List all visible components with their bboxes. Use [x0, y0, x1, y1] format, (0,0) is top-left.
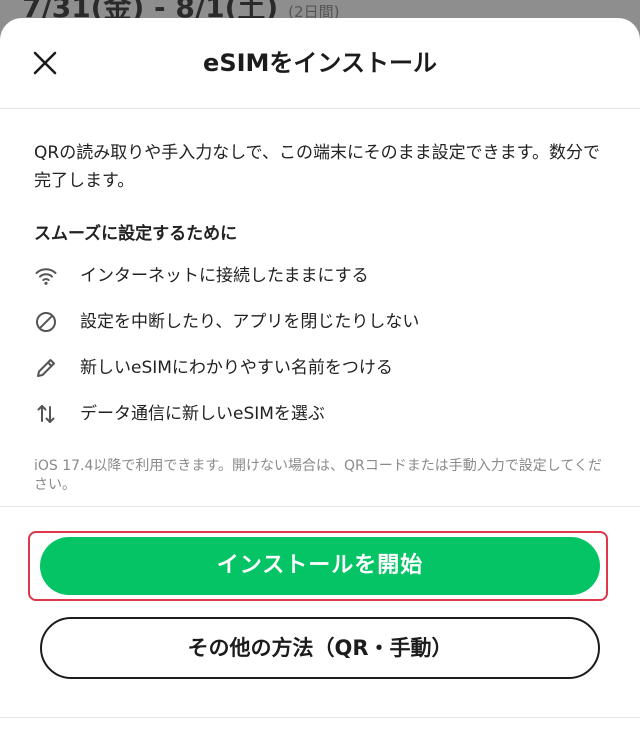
compatibility-note: iOS 17.4以降で利用できます。開けない場合は、QRコードまたは手動入力で設… [34, 458, 602, 493]
prohibited-icon [34, 310, 58, 334]
tips-list: インターネットに接続したままにする 設定を中断したり、アプリを閉じたりしない 新… [34, 253, 606, 437]
footer-divider [0, 717, 640, 718]
list-item: 設定を中断したり、アプリを閉じたりしない [34, 299, 606, 345]
intro-text: QRの読み取りや手入力なしで、この端末にそのまま設定できます。数分で完了します。 [34, 143, 600, 191]
tips-section-title: スムーズに設定するために [34, 224, 238, 244]
install-esim-sheet: eSIMをインストール QRの読み取りや手入力なしで、この端末にそのまま設定でき… [0, 18, 640, 734]
tip-label: 新しいeSIMにわかりやすい名前をつける [80, 358, 393, 378]
sheet-content: QRの読み取りや手入力なしで、この端末にそのまま設定できます。数分で完了します。… [0, 139, 640, 495]
pencil-icon [34, 356, 58, 380]
wifi-icon [34, 264, 58, 288]
tip-label: 設定を中断したり、アプリを閉じたりしない [80, 312, 420, 332]
start-install-button[interactable]: インストールを開始 [40, 537, 600, 595]
list-item: インターネットに接続したままにする [34, 253, 606, 299]
list-item: 新しいeSIMにわかりやすい名前をつける [34, 345, 606, 391]
other-methods-button[interactable]: その他の方法（QR・手動） [40, 617, 600, 679]
sheet-title: eSIMをインストール [203, 49, 437, 77]
sheet-header: eSIMをインストール [0, 18, 640, 109]
swap-vertical-icon [34, 402, 58, 426]
list-item: データ通信に新しいeSIMを選ぶ [34, 391, 606, 437]
tip-label: データ通信に新しいeSIMを選ぶ [80, 404, 325, 424]
action-footer: インストールを開始 その他の方法（QR・手動） [0, 506, 640, 734]
tip-label: インターネットに接続したままにする [80, 266, 369, 286]
